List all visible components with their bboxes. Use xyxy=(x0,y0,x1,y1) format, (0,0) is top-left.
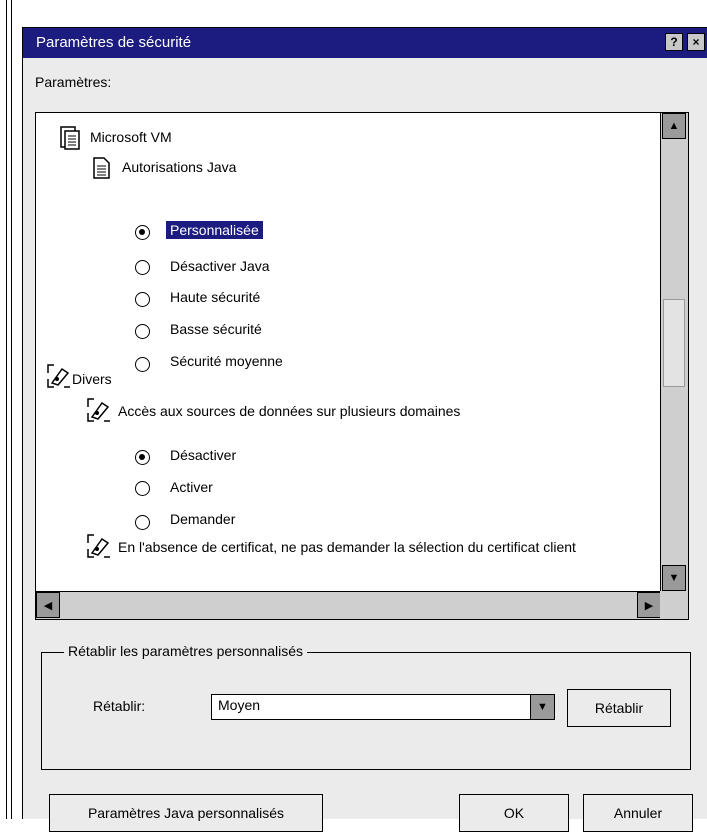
option-personnalisee[interactable]: Personnalisée xyxy=(166,221,263,239)
frame-line-2 xyxy=(11,0,12,819)
option-basse-securite[interactable]: Basse sécurité xyxy=(170,321,262,337)
option-demander[interactable]: Demander xyxy=(170,511,235,527)
help-icon: ? xyxy=(670,35,678,49)
settings-tree[interactable]: Microsoft VM Autorisations Java Personna… xyxy=(35,112,689,620)
scroll-up-button[interactable]: ▲ xyxy=(662,113,686,139)
tree-item-data-access[interactable]: Accès aux sources de données sur plusieu… xyxy=(118,403,460,419)
reset-level-value: Moyen xyxy=(218,697,261,713)
tree-item-divers[interactable]: Divers xyxy=(72,371,112,387)
radio-desactiver[interactable] xyxy=(135,450,150,465)
scroll-left-button[interactable]: ◀ xyxy=(36,592,60,618)
radio-basse-securite[interactable] xyxy=(135,324,150,339)
window-title: Paramètres de sécurité xyxy=(36,34,192,51)
security-settings-dialog: Paramètres de sécurité ? × Paramètres: M… xyxy=(22,27,707,832)
reset-group-title: Rétablir les paramètres personnalisés xyxy=(64,643,307,659)
option-haute-securite[interactable]: Haute sécurité xyxy=(170,289,260,305)
option-desactiver[interactable]: Désactiver xyxy=(170,447,236,463)
dropdown-button[interactable]: ▼ xyxy=(530,695,554,719)
close-icon: × xyxy=(692,35,700,49)
arrow-right-icon: ▶ xyxy=(644,599,654,612)
scroll-down-button[interactable]: ▼ xyxy=(662,565,686,591)
option-securite-moyenne[interactable]: Sécurité moyenne xyxy=(170,353,283,369)
scroll-corner xyxy=(660,591,688,619)
scroll-thumb[interactable] xyxy=(663,299,685,387)
title-bar: Paramètres de sécurité ? × xyxy=(23,28,707,58)
radio-haute-securite[interactable] xyxy=(135,292,150,307)
scroll-right-button[interactable]: ▶ xyxy=(637,592,661,618)
tree-item-java-permissions[interactable]: Autorisations Java xyxy=(122,159,236,175)
settings-label: Paramètres: xyxy=(35,74,112,90)
radio-securite-moyenne[interactable] xyxy=(135,357,150,372)
arrow-up-icon: ▲ xyxy=(668,120,680,132)
radio-personnalisee[interactable] xyxy=(135,225,150,240)
reset-level-select[interactable]: Moyen ▼ xyxy=(211,694,555,720)
radio-demander[interactable] xyxy=(135,515,150,530)
settings-icon xyxy=(87,398,110,422)
reset-button[interactable]: Rétablir xyxy=(567,689,671,727)
java-custom-settings-button[interactable]: Paramètres Java personnalisés xyxy=(49,794,323,832)
cancel-button[interactable]: Annuler xyxy=(583,794,693,832)
tree-item-no-certificate[interactable]: En l'absence de certificat, ne pas deman… xyxy=(118,539,576,555)
horizontal-scrollbar[interactable]: ◀ ▶ xyxy=(36,591,661,619)
radio-desactiver-java[interactable] xyxy=(135,260,150,275)
arrow-left-icon: ◀ xyxy=(43,599,53,612)
frame-line-1 xyxy=(6,0,7,819)
ok-button[interactable]: OK xyxy=(459,794,569,832)
document-icon xyxy=(93,157,110,179)
settings-icon xyxy=(47,364,70,388)
reset-label: Rétablir: xyxy=(93,698,146,714)
help-button[interactable]: ? xyxy=(665,33,683,51)
settings-icon xyxy=(87,534,110,558)
document-icon xyxy=(60,126,80,150)
tree-item-microsoft-vm[interactable]: Microsoft VM xyxy=(90,129,172,145)
radio-activer[interactable] xyxy=(135,481,150,496)
option-activer[interactable]: Activer xyxy=(170,479,213,495)
arrow-down-icon: ▼ xyxy=(668,572,680,584)
option-desactiver-java[interactable]: Désactiver Java xyxy=(170,258,270,274)
close-button[interactable]: × xyxy=(687,33,705,51)
vertical-scrollbar[interactable]: ▲ ▼ xyxy=(660,113,688,591)
chevron-down-icon: ▼ xyxy=(537,701,548,713)
